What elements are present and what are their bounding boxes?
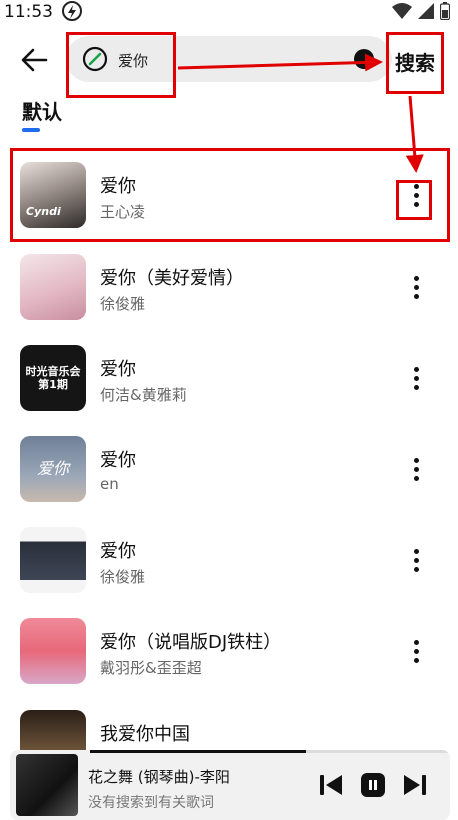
more-options-icon[interactable]	[410, 274, 424, 302]
song-artist: 何洁&黄雅莉	[100, 386, 187, 404]
more-options-icon[interactable]	[410, 456, 424, 484]
song-title: 爱你	[100, 450, 136, 471]
song-title: 爱你	[100, 541, 136, 562]
album-cover	[20, 618, 86, 684]
next-icon[interactable]	[402, 772, 428, 798]
album-cover	[20, 527, 86, 593]
pause-icon[interactable]	[360, 772, 386, 798]
playback-progress-fill	[90, 750, 306, 753]
song-artist: 徐俊雅	[100, 568, 146, 586]
previous-icon[interactable]	[318, 772, 344, 798]
cover-label: 爱你	[36, 459, 69, 479]
list-item[interactable]: 爱你（美好爱情） 徐俊雅	[0, 232, 458, 322]
song-artist: 徐俊雅	[100, 295, 146, 313]
song-artist: 戴羽彤&歪歪超	[100, 659, 202, 677]
list-item[interactable]: 时光音乐会 第1期 爱你 何洁&黄雅莉	[0, 323, 458, 413]
album-cover: 时光音乐会 第1期	[20, 345, 86, 411]
more-options-icon[interactable]	[410, 365, 424, 393]
player-lyric: 没有搜索到有关歌词	[88, 795, 214, 811]
song-title: 爱你（说唱版DJ铁柱）	[100, 632, 282, 653]
song-title: 爱你	[100, 359, 136, 380]
more-options-icon[interactable]	[410, 547, 424, 575]
song-title: 我爱你中国	[100, 724, 190, 745]
list-item[interactable]: 爱你 徐俊雅	[0, 505, 458, 595]
playback-progress	[90, 750, 450, 753]
song-title: 爱你（美好爱情）	[100, 268, 244, 289]
album-cover	[20, 254, 86, 320]
song-artist: en	[100, 475, 119, 493]
list-item[interactable]: 爱你（说唱版DJ铁柱） 戴羽彤&歪歪超	[0, 596, 458, 686]
album-cover: 爱你	[20, 436, 86, 502]
annotation-arrows	[177, 53, 424, 173]
player-title: 花之舞 (钢琴曲)-李阳	[88, 768, 230, 786]
mini-player[interactable]: 花之舞 (钢琴曲)-李阳 没有搜索到有关歌词	[10, 750, 450, 820]
list-item[interactable]: 爱你 爱你 en	[0, 414, 458, 504]
cover-label: 时光音乐会 第1期	[25, 364, 81, 391]
more-options-icon[interactable]	[410, 638, 424, 666]
player-cover[interactable]	[16, 754, 78, 816]
